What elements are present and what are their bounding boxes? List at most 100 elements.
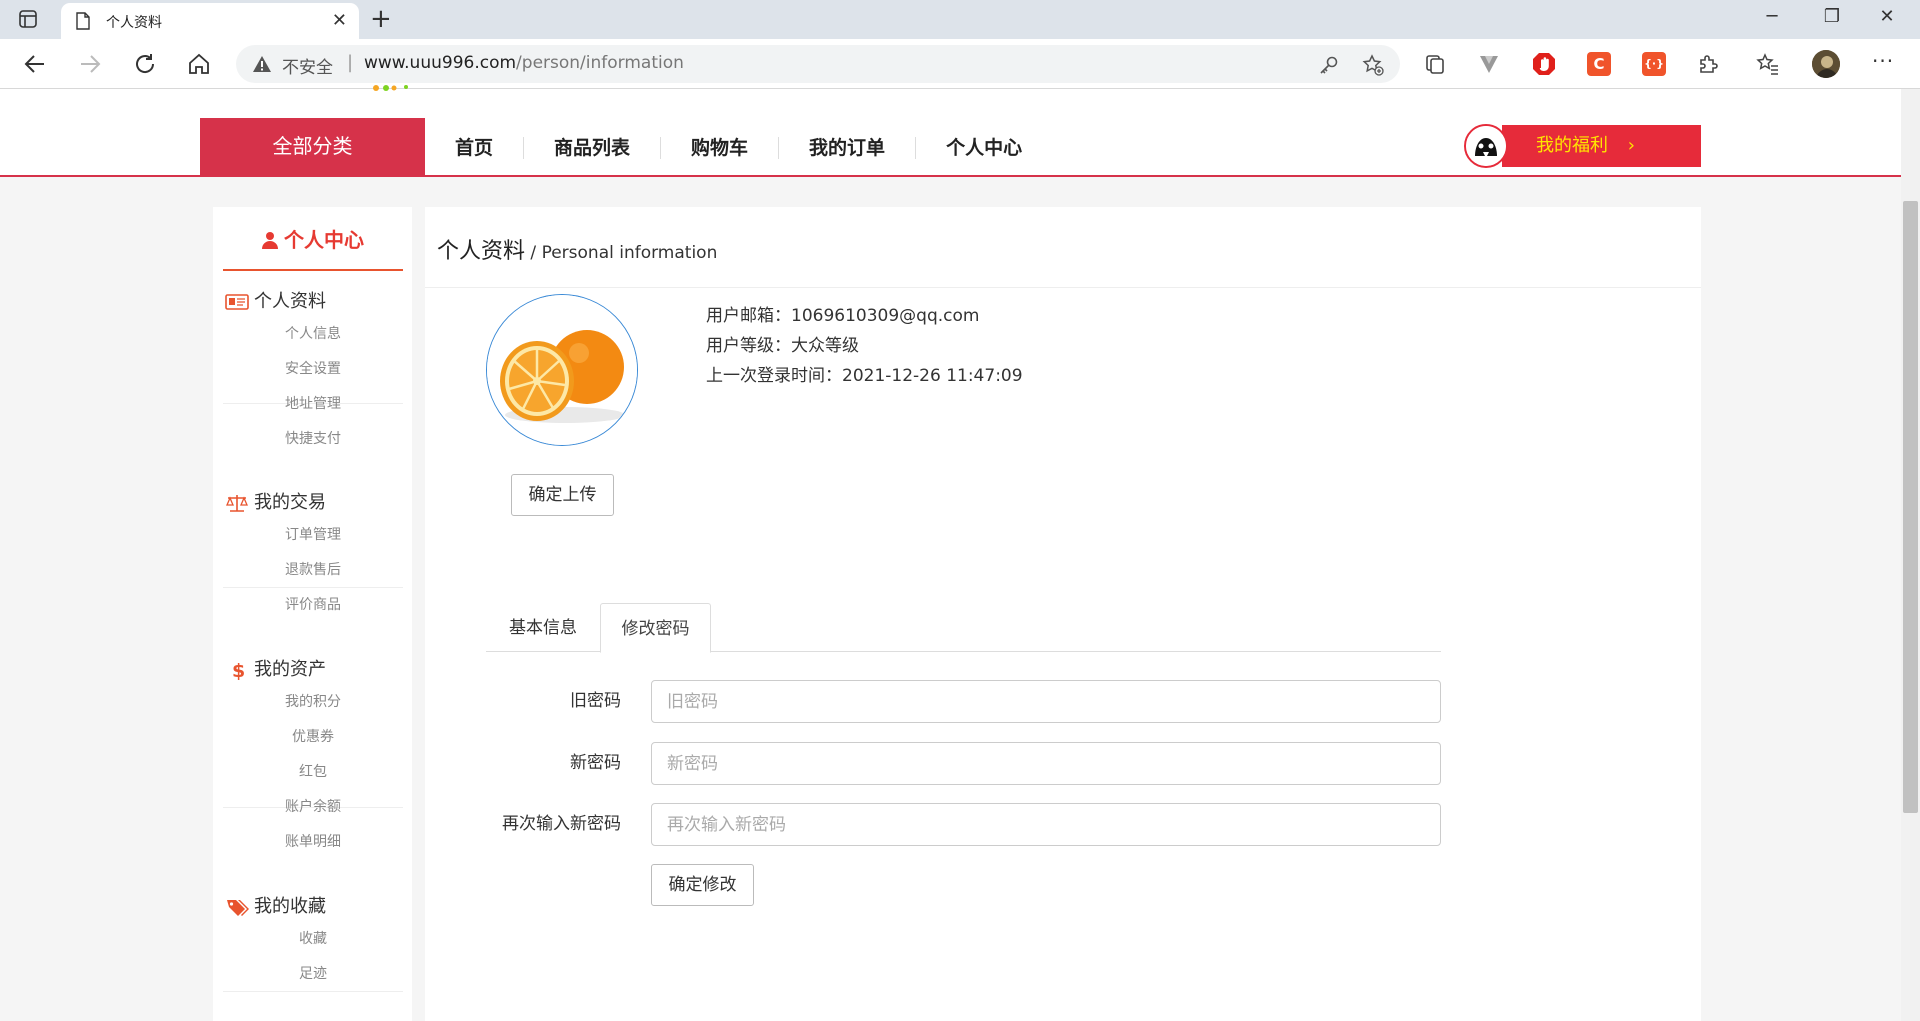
add-favorite-icon[interactable] [1362,54,1384,76]
sidebar-item-orders[interactable]: 订单管理 [223,518,403,553]
confirm-password-input[interactable] [651,803,1441,846]
last-login-value: 2021-12-26 11:47:09 [842,366,1023,386]
sidebar-group-title: 我的收藏 [223,892,403,922]
my-welfare-button[interactable]: 我的福利 › [1464,124,1701,168]
sidebar-item-bills[interactable]: 账单明细 [223,825,403,860]
tags-icon [227,900,249,916]
profile-avatar[interactable] [1812,50,1840,78]
user-email-label: 用户邮箱： [706,306,791,326]
url-host: www.uuu996.com [364,53,517,73]
sidebar-group-label: 我的交易 [254,492,326,513]
browser-toolbar: 不安全 | www.uuu996.com/person/information … [0,39,1920,89]
old-password-label: 旧密码 [570,691,621,711]
code-extension-icon[interactable]: {·} [1642,52,1666,76]
plus-icon[interactable]: + [370,6,392,32]
scrollbar-thumb[interactable] [1903,201,1918,813]
logo-fragment-icon [373,85,408,91]
security-label[interactable]: 不安全 [282,53,333,78]
warning-icon[interactable] [252,55,272,73]
agent-avatar-icon [1466,126,1506,166]
minimize-icon[interactable]: ─ [1752,6,1792,27]
sidebar-group-title: 我的交易 [223,488,403,518]
welfare-label: 我的福利 [1536,135,1608,156]
sidebar-group-title: $ 我的资产 [223,655,403,685]
page-icon [76,12,90,30]
dollar-icon: $ [232,660,245,680]
sidebar-group-label: 我的收藏 [254,896,326,917]
site-header: 全部分类 首页 商品列表 购物车 我的订单 个人中心 我的福利 › [0,85,1901,177]
close-icon[interactable]: ✕ [1867,6,1907,27]
key-icon[interactable] [1318,54,1340,76]
confirm-password-label: 再次输入新密码 [502,814,621,834]
browser-tab-active[interactable]: 个人资料 ✕ [61,3,359,39]
welfare-bar: 我的福利 › [1502,125,1701,167]
sidebar-group-title: 个人资料 [223,287,403,317]
new-password-label: 新密码 [570,753,621,773]
user-icon [262,232,278,249]
orange-avatar-icon [487,295,637,445]
page-title-cn: 个人资料 [437,239,526,264]
sidebar-item-collection[interactable]: 收藏 [223,922,403,957]
sidebar-item-points[interactable]: 我的积分 [223,685,403,720]
sidebar-item-footprints[interactable]: 足迹 [223,957,403,992]
last-login-label: 上一次登录时间： [706,366,842,386]
sidebar-title: 个人中心 [284,228,364,252]
nav-item-my-orders[interactable]: 我的订单 [779,137,917,159]
sidebar-group-trade: 我的交易 订单管理 退款售后 评价商品 [223,488,403,613]
confirm-upload-button[interactable]: 确定上传 [511,474,614,516]
new-password-input[interactable] [651,742,1441,785]
nav-item-cart[interactable]: 购物车 [661,137,780,159]
scales-icon [226,495,248,512]
tab-actions-icon[interactable] [18,9,38,29]
sidebar-header: 个人中心 [223,207,403,271]
extensions-puzzle-icon[interactable] [1697,52,1721,76]
sidebar-item-security[interactable]: 安全设置 [223,352,403,387]
tab-basic-info[interactable]: 基本信息 [486,603,600,653]
sidebar-item-reviews[interactable]: 评价商品 [223,588,403,623]
sidebar-item-balance[interactable]: 账户余额 [223,790,403,825]
v-extension-icon[interactable] [1477,52,1501,76]
adblock-extension-icon[interactable] [1532,52,1556,76]
tab-change-password[interactable]: 修改密码 [600,603,711,653]
page-title-separator: / [525,243,542,263]
collections-icon[interactable] [1423,52,1447,76]
tab-close-icon[interactable]: ✕ [332,11,347,31]
sidebar-item-refunds[interactable]: 退款售后 [223,553,403,588]
sidebar-item-red-packets[interactable]: 红包 [223,755,403,790]
sidebar-group-assets: $ 我的资产 我的积分 优惠券 红包 账户余额 账单明细 [223,655,403,850]
back-arrow-icon[interactable] [22,51,48,77]
main-nav: 首页 商品列表 购物车 我的订单 个人中心 [425,133,1052,163]
user-email-value: 1069610309@qq.com [791,306,980,326]
nav-item-personal-center[interactable]: 个人中心 [916,137,1052,159]
url-text[interactable]: www.uuu996.com/person/information [364,53,684,73]
user-email-row: 用户邮箱：1069610309@qq.com [706,301,1023,331]
profile-tabs: 基本信息 修改密码 [486,603,1441,653]
avatar[interactable] [486,294,638,446]
new-password-row: 新密码 [486,742,1441,785]
url-path: /person/information [516,53,684,73]
chevron-right-icon: › [1627,135,1635,156]
old-password-input[interactable] [651,680,1441,723]
browser-tab-bar: 个人资料 ✕ + ─ ❐ ✕ [0,0,1920,39]
sidebar-group-favorites: 我的收藏 收藏 足迹 [223,892,403,992]
address-separator: | [347,52,354,73]
user-info: 用户邮箱：1069610309@qq.com 用户等级：大众等级 上一次登录时间… [706,301,1023,391]
restore-icon[interactable]: ❐ [1812,6,1852,27]
tab-title: 个人资料 [106,15,162,31]
sidebar-item-quick-pay[interactable]: 快捷支付 [223,422,403,457]
home-icon[interactable] [186,51,212,77]
all-categories-button[interactable]: 全部分类 [200,118,425,175]
favorites-icon[interactable] [1756,52,1780,76]
more-options-icon[interactable]: ··· [1872,49,1894,73]
nav-item-product-list[interactable]: 商品列表 [524,137,662,159]
sidebar-item-address[interactable]: 地址管理 [223,387,403,422]
page-scrollbar[interactable] [1901,89,1920,1021]
forward-arrow-icon[interactable] [77,51,103,77]
sidebar-item-coupons[interactable]: 优惠券 [223,720,403,755]
refresh-icon[interactable] [132,51,158,77]
nav-item-home[interactable]: 首页 [425,137,525,159]
sidebar-item-personal-info[interactable]: 个人信息 [223,317,403,352]
confirm-change-button[interactable]: 确定修改 [651,864,754,906]
c-extension-icon[interactable]: C [1587,52,1611,76]
address-bar[interactable]: 不安全 | www.uuu996.com/person/information [236,45,1400,83]
